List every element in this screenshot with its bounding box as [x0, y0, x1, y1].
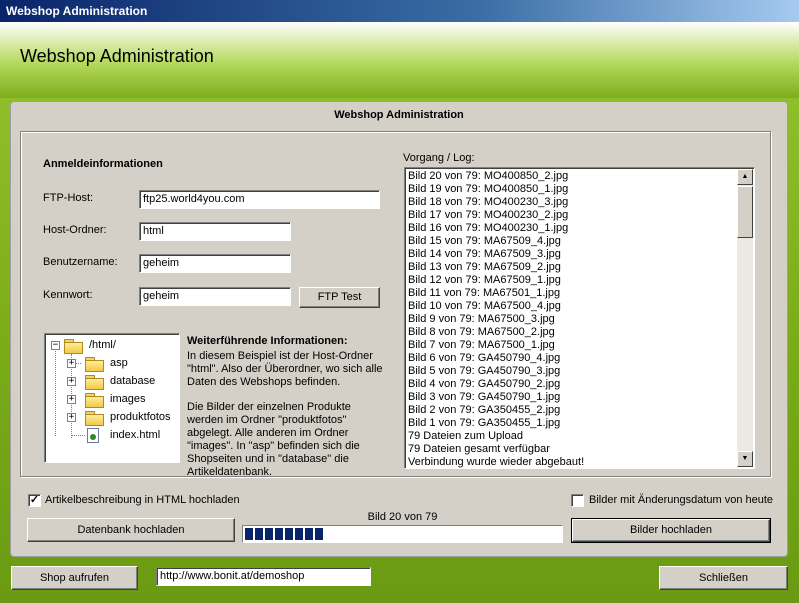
tree-line	[71, 435, 85, 436]
folder-open-icon	[64, 339, 83, 354]
info-paragraph-1: In diesem Beispiel ist der Host-Ordner "…	[187, 350, 383, 388]
close-button[interactable]: Schließen	[659, 566, 788, 590]
progress-text: Bild 20 von 79	[367, 511, 438, 523]
tree-item-root[interactable]: /html/	[89, 336, 116, 354]
window-title-bar: Webshop Administration	[0, 0, 799, 22]
log-listbox[interactable]: Bild 20 von 79: MO400850_2.jpg Bild 19 v…	[404, 167, 755, 469]
log-item[interactable]: Bild 8 von 79: MA67500_2.jpg	[408, 326, 736, 339]
username-label: Benutzername:	[43, 256, 118, 268]
log-item[interactable]: Bild 19 von 79: MO400850_1.jpg	[408, 183, 736, 196]
html-file-icon	[87, 428, 99, 443]
window-title: Webshop Administration	[6, 4, 148, 18]
info-text: Weiterführende Informationen: In diesem …	[187, 335, 387, 491]
collapse-icon[interactable]: −	[51, 341, 60, 350]
expand-icon[interactable]: +	[67, 395, 76, 404]
today-images-checkbox[interactable]	[571, 494, 584, 507]
log-item[interactable]: 79 Dateien zum Upload	[408, 430, 736, 443]
tree-item-produktfotos[interactable]: produktfotos	[110, 408, 171, 426]
ftp-test-button[interactable]: FTP Test	[299, 287, 380, 308]
tree-item-database[interactable]: database	[110, 372, 155, 390]
expand-icon[interactable]: +	[67, 359, 76, 368]
log-item[interactable]: Bild 10 von 79: MA67500_4.jpg	[408, 300, 736, 313]
panel-title: Webshop Administration	[334, 109, 464, 121]
log-item[interactable]: Bild 18 von 79: MO400230_3.jpg	[408, 196, 736, 209]
tree-item-images[interactable]: images	[110, 390, 145, 408]
log-item[interactable]: Bild 11 von 79: MA67501_1.jpg	[408, 287, 736, 300]
expand-icon[interactable]: +	[67, 377, 76, 386]
folder-icon	[85, 357, 104, 372]
password-label: Kennwort:	[43, 289, 93, 301]
log-label: Vorgang / Log:	[403, 152, 475, 164]
scroll-thumb[interactable]	[737, 186, 753, 238]
shop-url-input[interactable]: http://www.bonit.at/demoshop	[156, 567, 371, 586]
upload-database-button[interactable]: Datenbank hochladen	[27, 518, 235, 542]
upload-progress-bar	[242, 525, 563, 543]
log-item[interactable]: Bild 16 von 79: MO400230_1.jpg	[408, 222, 736, 235]
log-item[interactable]: Bild 20 von 79: MO400850_2.jpg	[408, 170, 736, 183]
app-header: Webshop Administration	[0, 22, 799, 98]
html-desc-label: Artikelbeschreibung in HTML hochladen	[45, 494, 240, 506]
password-input[interactable]: geheim	[139, 287, 291, 306]
log-item[interactable]: Bild 6 von 79: GA450790_4.jpg	[408, 352, 736, 365]
today-images-label: Bilder mit Änderungsdatum von heute	[589, 494, 774, 506]
info-heading: Weiterführende Informationen:	[187, 335, 348, 347]
ftp-host-label: FTP-Host:	[43, 192, 94, 204]
tree-item-index-html[interactable]: index.html	[110, 426, 160, 444]
username-input[interactable]: geheim	[139, 254, 291, 273]
log-item[interactable]: Verbindung wurde wieder abgebaut!	[408, 456, 736, 468]
html-desc-checkbox[interactable]: ✓	[28, 494, 41, 507]
info-paragraph-2: Die Bilder der einzelnen Produkte werden…	[187, 401, 360, 478]
log-item[interactable]: Bild 2 von 79: GA350455_2.jpg	[408, 404, 736, 417]
log-item[interactable]: Bild 12 von 79: MA67509_1.jpg	[408, 274, 736, 287]
log-item[interactable]: Bild 1 von 79: GA350455_1.jpg	[408, 417, 736, 430]
progress-fill	[245, 528, 325, 540]
tree-line	[55, 346, 56, 436]
header-title: Webshop Administration	[20, 46, 214, 66]
host-folder-input[interactable]: html	[139, 222, 291, 241]
scroll-up-icon[interactable]: ▲	[737, 169, 753, 185]
log-item[interactable]: Bild 7 von 79: MA67500_1.jpg	[408, 339, 736, 352]
log-item[interactable]: Bild 3 von 79: GA450790_1.jpg	[408, 391, 736, 404]
log-item[interactable]: Bild 13 von 79: MA67509_2.jpg	[408, 261, 736, 274]
scroll-down-icon[interactable]: ▼	[737, 451, 753, 467]
folder-icon	[85, 411, 104, 426]
login-heading: Anmeldeinformationen	[43, 158, 163, 170]
log-scrollbar[interactable]: ▲ ▼	[737, 169, 753, 467]
open-shop-button[interactable]: Shop aufrufen	[11, 566, 138, 590]
log-list: Bild 20 von 79: MO400850_2.jpg Bild 19 v…	[408, 170, 736, 468]
host-folder-label: Host-Ordner:	[43, 224, 107, 236]
log-item[interactable]: Bild 17 von 79: MO400230_2.jpg	[408, 209, 736, 222]
folder-tree[interactable]: − /html/ + asp + database + images + pro…	[44, 333, 180, 463]
log-item[interactable]: Bild 15 von 79: MA67509_4.jpg	[408, 235, 736, 248]
log-item[interactable]: Bild 5 von 79: GA450790_3.jpg	[408, 365, 736, 378]
log-item[interactable]: 79 Dateien gesamt verfügbar	[408, 443, 736, 456]
expand-icon[interactable]: +	[67, 413, 76, 422]
log-item[interactable]: Bild 9 von 79: MA67500_3.jpg	[408, 313, 736, 326]
tree-item-asp[interactable]: asp	[110, 354, 128, 372]
folder-icon	[85, 375, 104, 390]
ftp-host-input[interactable]: ftp25.world4you.com	[139, 190, 380, 209]
folder-icon	[85, 393, 104, 408]
upload-images-button[interactable]: Bilder hochladen	[571, 518, 771, 543]
log-item[interactable]: Bild 14 von 79: MA67509_3.jpg	[408, 248, 736, 261]
log-item[interactable]: Bild 4 von 79: GA450790_2.jpg	[408, 378, 736, 391]
